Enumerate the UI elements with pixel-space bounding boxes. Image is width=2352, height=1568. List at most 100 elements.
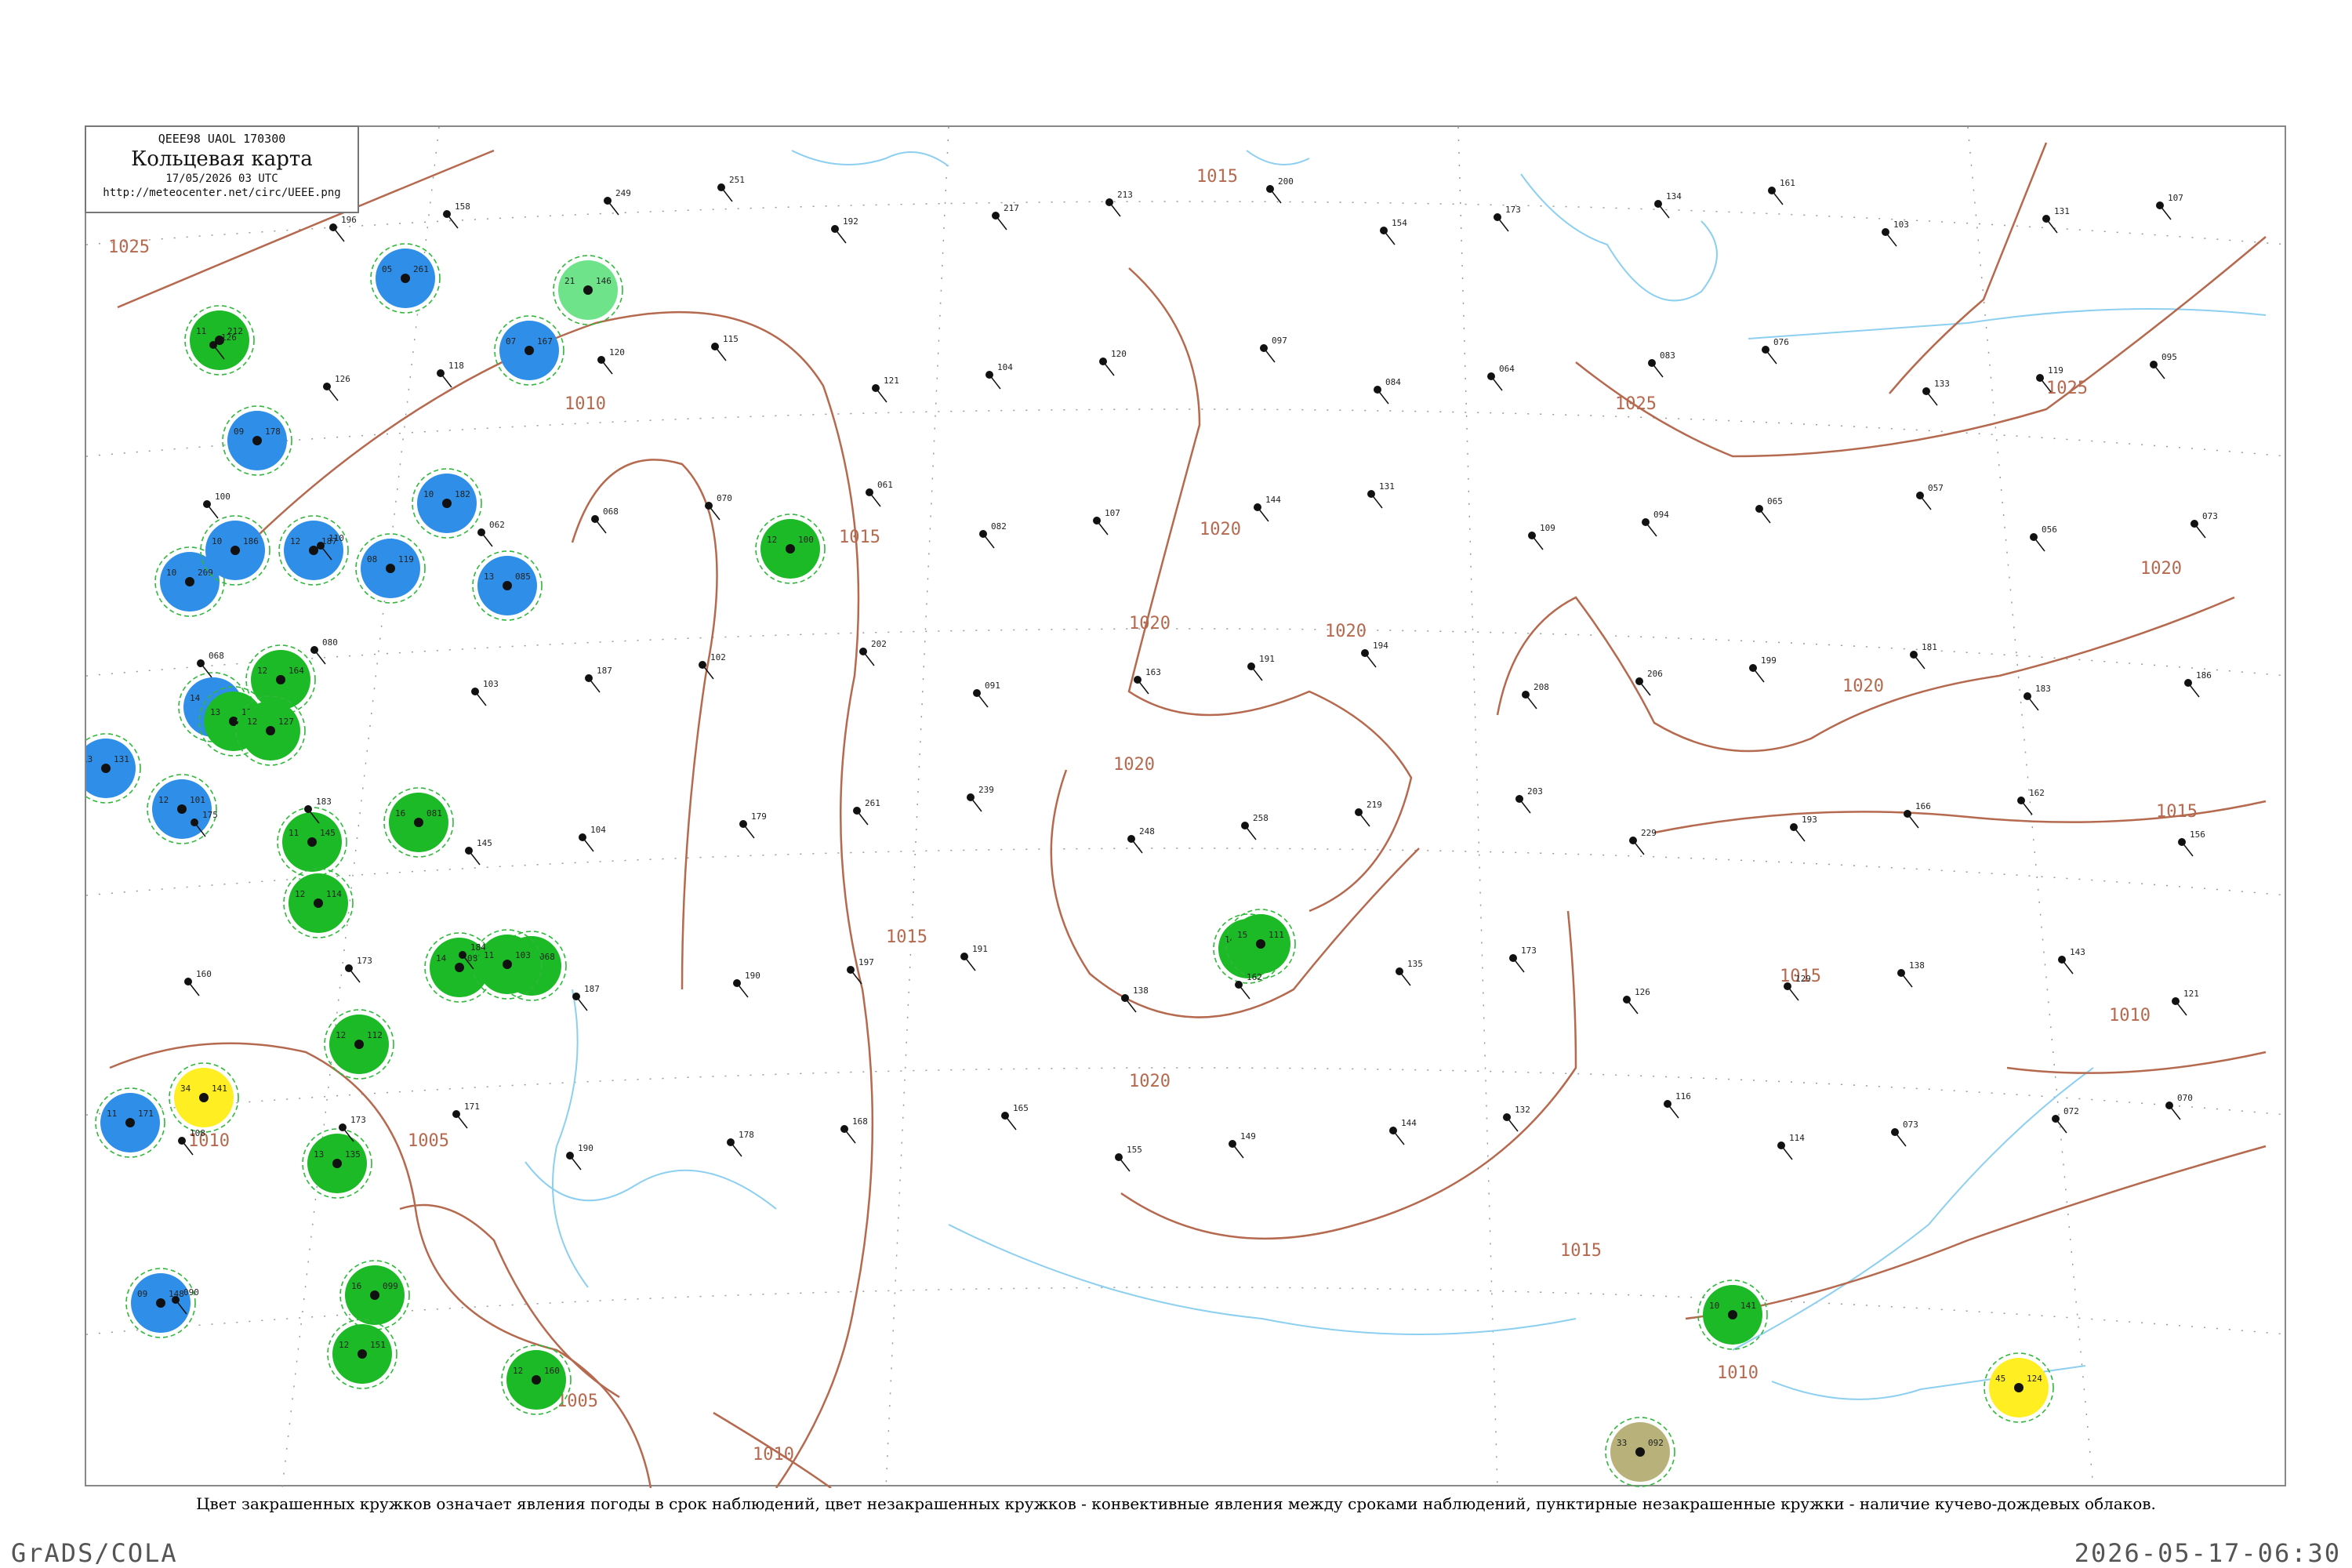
wind-barb	[1926, 390, 1938, 406]
station-pressure: 190	[745, 971, 760, 981]
wind-barb	[2175, 1000, 2187, 1016]
station-pressure: 145	[320, 828, 336, 838]
station-dot	[503, 960, 512, 969]
station-temperature: 10	[423, 489, 434, 499]
wind-barb	[995, 215, 1007, 230]
wind-barb	[187, 981, 200, 996]
station-temperature: 16	[395, 808, 405, 818]
station-pressure: 112	[367, 1030, 383, 1040]
station-dot	[332, 1159, 342, 1168]
wind-barb	[2045, 218, 2058, 234]
station-pressure: 108	[190, 1128, 205, 1138]
station-pressure: 065	[1767, 496, 1783, 506]
wind-barb	[1519, 798, 1531, 814]
wind-barb	[588, 677, 601, 693]
station-pressure: 187	[597, 666, 612, 676]
wind-barb	[736, 982, 749, 998]
isobar-label: 1020	[1113, 755, 1155, 775]
station-pressure: 135	[1407, 959, 1423, 969]
wind-barb	[1383, 230, 1396, 245]
station-pressure: 194	[1373, 641, 1388, 651]
map-date: 17/05/2026 03 UTC	[165, 172, 278, 185]
station-temperature: 13	[484, 572, 494, 582]
wind-barb	[1269, 188, 1282, 204]
station-temperature: 12	[290, 536, 300, 546]
station-pressure: 206	[1647, 669, 1663, 679]
wind-barb	[1787, 985, 1799, 1001]
map-title-box: QEEE98 UAOL 170300 Кольцевая карта 17/05…	[85, 125, 359, 213]
station-temperature: 13	[314, 1149, 324, 1160]
wind-barb	[1497, 216, 1509, 232]
station-pressure: 154	[1392, 218, 1407, 228]
wind-barb	[862, 651, 875, 666]
station-pressure: 104	[590, 825, 606, 835]
wind-barb	[1793, 826, 1806, 842]
wind-barb	[1885, 231, 1897, 247]
isobar-label: 1010	[564, 394, 606, 414]
station-temperature: 09	[234, 426, 244, 437]
station-pressure: 183	[316, 797, 332, 807]
station-pressure: 133	[1934, 379, 1950, 389]
station-dot	[266, 726, 275, 735]
station-dot	[354, 1040, 364, 1049]
wind-barb	[720, 187, 733, 202]
wind-barb	[1667, 1103, 1679, 1119]
station-temperature: 13	[210, 707, 220, 717]
station-dot	[156, 1298, 165, 1308]
station-pressure: 144	[1265, 495, 1281, 505]
wind-barb	[1752, 667, 1765, 683]
wind-barb	[200, 662, 212, 678]
wind-barb	[1651, 362, 1664, 378]
wind-barb	[582, 837, 594, 852]
station-pressure: 099	[383, 1281, 398, 1291]
wind-barb	[2061, 959, 2074, 975]
station-pressure: 161	[1780, 178, 1795, 188]
wind-barb	[1512, 957, 1525, 973]
station-pressure: 127	[278, 717, 294, 727]
station-pressure: 162	[2029, 788, 2045, 798]
wind-barb	[468, 850, 481, 866]
wind-barb	[730, 1142, 742, 1157]
station-dot	[532, 1375, 541, 1385]
station-dot	[101, 764, 111, 773]
wind-barb	[1118, 1156, 1131, 1172]
wind-barb	[989, 374, 1001, 390]
source-url: http://meteocenter.net/circ/UEEE.png	[103, 187, 341, 199]
wind-barb	[875, 387, 887, 403]
isobar-label: 1020	[1200, 520, 1241, 539]
station-pressure: 132	[1515, 1105, 1530, 1115]
wind-barb	[970, 797, 982, 812]
render-timestamp: 2026-05-17-06:30	[2074, 1538, 2341, 1568]
station-pressure: 109	[1540, 523, 1555, 533]
wind-barb	[474, 691, 487, 706]
station-pressure: 258	[1253, 813, 1269, 823]
wind-barb	[456, 1113, 468, 1129]
wind-barb	[1109, 201, 1121, 217]
station-pressure: 175	[202, 810, 218, 820]
station-pressure: 173	[1521, 946, 1537, 956]
station-pressure: 119	[398, 554, 414, 564]
station-pressure: 149	[1240, 1131, 1256, 1142]
station-pressure: 120	[609, 347, 625, 358]
station-pressure: 190	[578, 1143, 593, 1153]
wind-barb	[1370, 493, 1383, 509]
station-pressure: 156	[2190, 829, 2205, 840]
station-pressure: 165	[1013, 1103, 1029, 1113]
isobar-label: 1015	[2156, 802, 2198, 822]
station-pressure: 095	[2161, 352, 2177, 362]
station-pressure: 111	[1269, 930, 1284, 940]
wind-barb	[1626, 999, 1639, 1014]
station-pressure: 135	[345, 1149, 361, 1160]
station-temperature: 12	[247, 717, 257, 727]
wind-barb	[481, 532, 493, 547]
station-pressure: 084	[1385, 377, 1401, 387]
station-dot	[786, 544, 795, 554]
station-pressure: 062	[489, 520, 505, 530]
station-pressure: 068	[209, 651, 224, 661]
station-pressure: 182	[455, 489, 470, 499]
station-pressure: 126	[335, 374, 350, 384]
station-pressure: 171	[138, 1109, 154, 1119]
station-pressure: 080	[322, 637, 338, 648]
station-pressure: 114	[1789, 1133, 1805, 1143]
station-pressure: 173	[357, 956, 372, 966]
